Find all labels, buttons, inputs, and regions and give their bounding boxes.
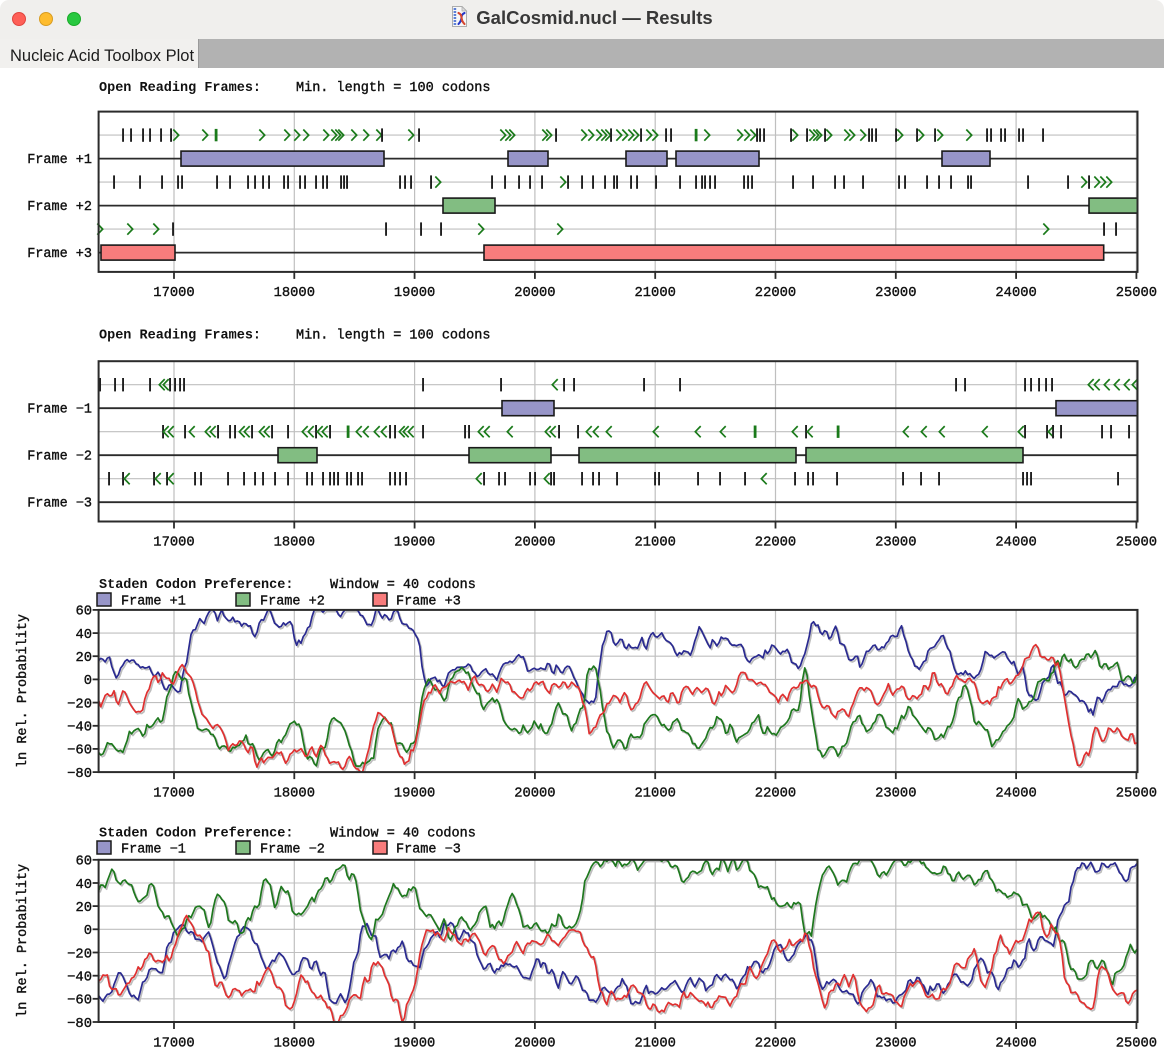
svg-text:18000: 18000: [274, 286, 315, 301]
svg-text:ln Rel. Probability: ln Rel. Probability: [16, 614, 31, 768]
svg-text:22000: 22000: [755, 1036, 796, 1051]
svg-text:−80: −80: [67, 767, 92, 782]
svg-text:23000: 23000: [875, 536, 916, 551]
svg-text:19000: 19000: [394, 286, 435, 301]
svg-text:25000: 25000: [1116, 786, 1157, 801]
svg-text:18000: 18000: [274, 786, 315, 801]
svg-text:−40: −40: [67, 971, 92, 986]
svg-text:17000: 17000: [153, 536, 194, 551]
svg-text:20000: 20000: [514, 286, 555, 301]
svg-text:20: 20: [75, 651, 92, 666]
svg-text:19000: 19000: [394, 786, 435, 801]
svg-text:20000: 20000: [514, 536, 555, 551]
svg-text:Open Reading Frames:: Open Reading Frames:: [99, 329, 261, 344]
svg-text:25000: 25000: [1116, 286, 1157, 301]
svg-text:17000: 17000: [153, 286, 194, 301]
svg-text:25000: 25000: [1116, 1036, 1157, 1051]
svg-text:25000: 25000: [1116, 536, 1157, 551]
svg-text:Frame +2: Frame +2: [27, 200, 92, 215]
svg-text:21000: 21000: [634, 786, 675, 801]
svg-text:24000: 24000: [995, 786, 1036, 801]
svg-text:18000: 18000: [274, 536, 315, 551]
svg-text:Frame −2: Frame −2: [260, 842, 325, 857]
svg-text:Frame −3: Frame −3: [396, 842, 461, 857]
svg-text:20000: 20000: [514, 1036, 555, 1051]
svg-text:22000: 22000: [755, 786, 796, 801]
svg-text:23000: 23000: [875, 1036, 916, 1051]
svg-text:Frame −3: Frame −3: [27, 497, 92, 512]
svg-text:60: 60: [75, 855, 92, 870]
svg-text:Window = 40 codons: Window = 40 codons: [330, 827, 476, 842]
svg-text:Min. length = 100 codons: Min. length = 100 codons: [296, 329, 490, 344]
svg-text:Frame +2: Frame +2: [260, 594, 325, 609]
svg-text:−40: −40: [67, 721, 92, 736]
svg-text:40: 40: [75, 628, 92, 643]
svg-text:ln Rel. Probability: ln Rel. Probability: [16, 864, 31, 1018]
svg-text:−60: −60: [67, 994, 92, 1009]
svg-text:17000: 17000: [153, 786, 194, 801]
svg-text:19000: 19000: [394, 1036, 435, 1051]
svg-text:21000: 21000: [634, 286, 675, 301]
svg-text:19000: 19000: [394, 536, 435, 551]
svg-text:Frame +1: Frame +1: [27, 153, 92, 168]
svg-text:24000: 24000: [995, 1036, 1036, 1051]
svg-text:18000: 18000: [274, 1036, 315, 1051]
svg-text:Frame +3: Frame +3: [396, 594, 461, 609]
svg-text:0: 0: [84, 674, 92, 689]
svg-text:Staden Codon Preference:: Staden Codon Preference:: [99, 578, 293, 593]
svg-text:0: 0: [84, 924, 92, 939]
svg-text:Frame −1: Frame −1: [121, 842, 186, 857]
svg-text:20000: 20000: [514, 786, 555, 801]
svg-text:Frame +1: Frame +1: [121, 594, 186, 609]
svg-text:Frame −1: Frame −1: [27, 403, 92, 418]
svg-text:22000: 22000: [755, 536, 796, 551]
svg-text:23000: 23000: [875, 286, 916, 301]
svg-text:24000: 24000: [995, 286, 1036, 301]
svg-text:Frame +3: Frame +3: [27, 247, 92, 262]
svg-text:20: 20: [75, 901, 92, 916]
svg-text:−60: −60: [67, 744, 92, 759]
svg-text:Window = 40 codons: Window = 40 codons: [330, 578, 476, 593]
svg-text:40: 40: [75, 878, 92, 893]
svg-text:22000: 22000: [755, 286, 796, 301]
svg-text:Frame −2: Frame −2: [27, 450, 92, 465]
svg-text:−80: −80: [67, 1017, 92, 1032]
svg-text:Staden Codon Preference:: Staden Codon Preference:: [99, 827, 293, 842]
svg-text:17000: 17000: [153, 1036, 194, 1051]
svg-text:21000: 21000: [634, 1036, 675, 1051]
svg-text:60: 60: [75, 605, 92, 620]
svg-text:−20: −20: [67, 697, 92, 712]
svg-text:23000: 23000: [875, 786, 916, 801]
svg-text:Min. length = 100 codons: Min. length = 100 codons: [296, 81, 490, 96]
svg-text:21000: 21000: [634, 536, 675, 551]
svg-text:24000: 24000: [995, 536, 1036, 551]
svg-text:−20: −20: [67, 947, 92, 962]
svg-text:Open Reading Frames:: Open Reading Frames:: [99, 81, 261, 96]
